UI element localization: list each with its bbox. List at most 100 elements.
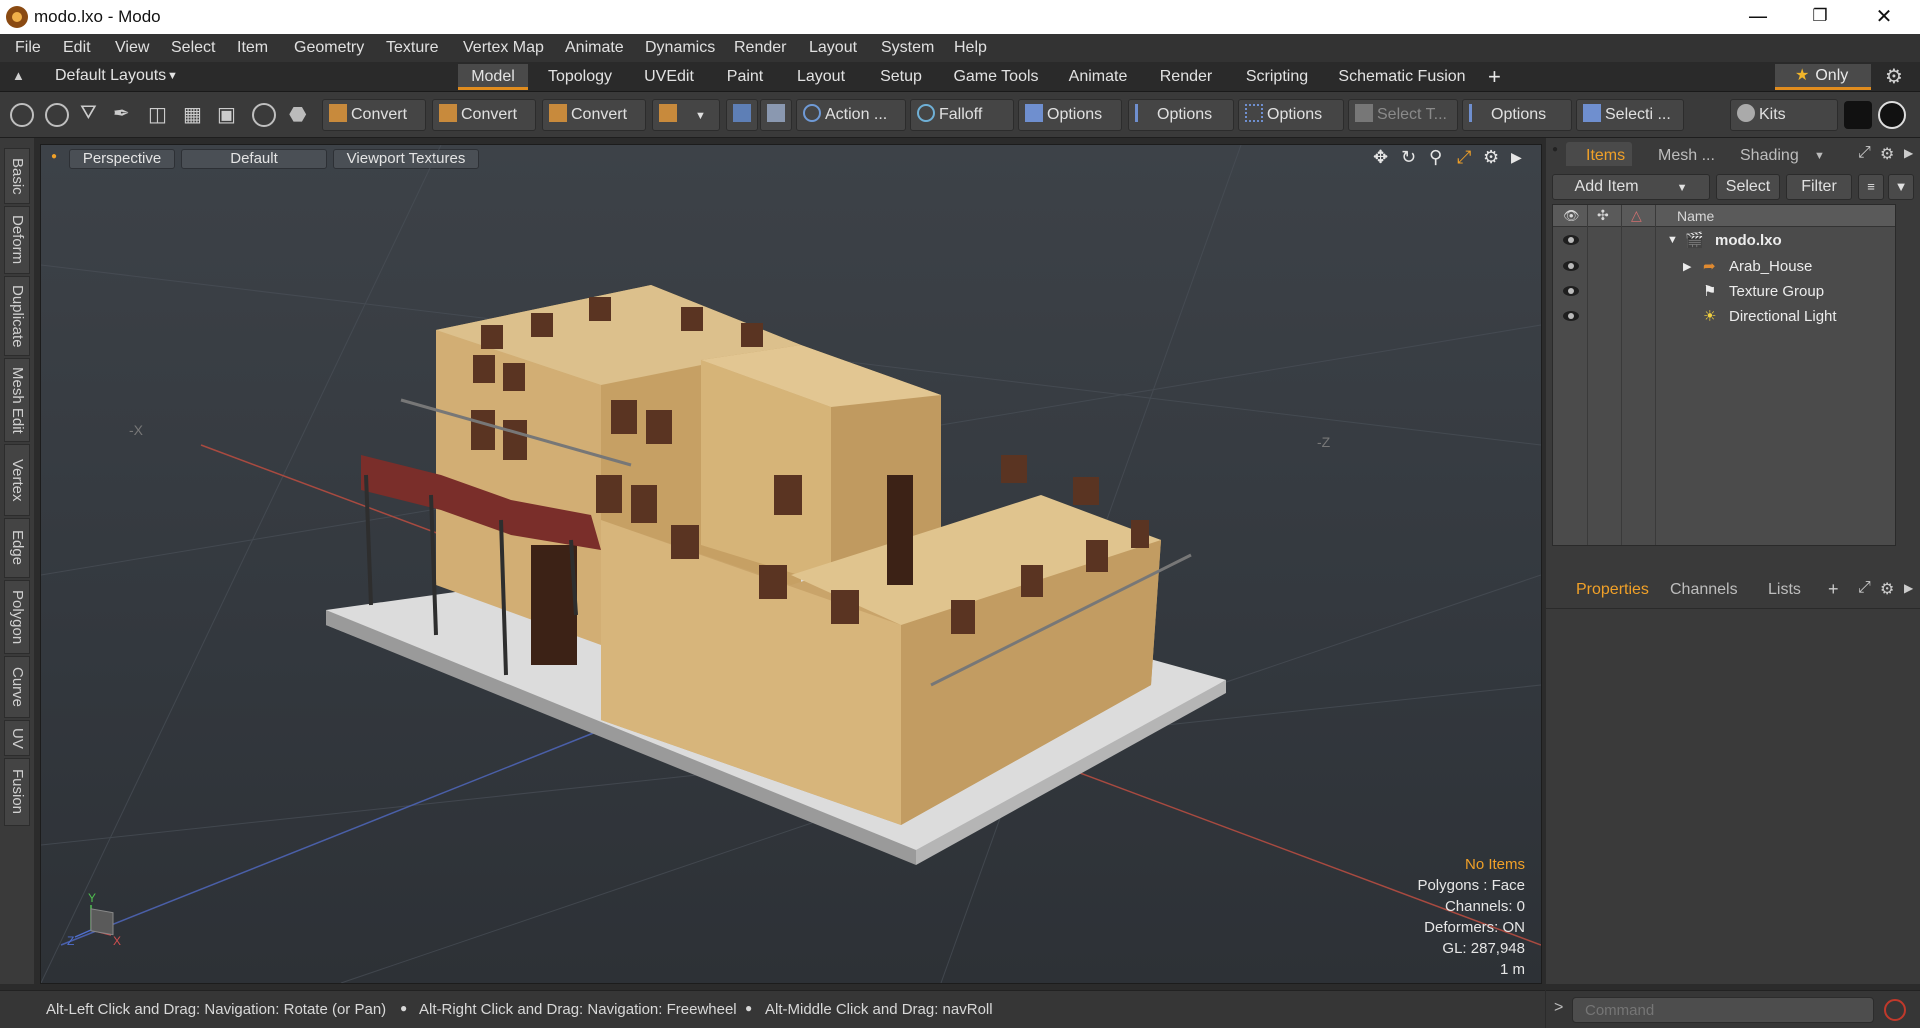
convert-button-1[interactable]: Convert — [322, 99, 426, 131]
options-button-1[interactable]: Options — [1018, 99, 1122, 131]
menu-texture[interactable]: Texture — [386, 39, 438, 57]
panel-gear-icon[interactable]: ⚙ — [1880, 144, 1894, 164]
tab-deform[interactable]: Deform — [4, 206, 30, 274]
tab-shading[interactable]: Shading — [1740, 147, 1799, 165]
tab-animate[interactable]: Animate — [1058, 64, 1138, 90]
convert-button-2[interactable]: Convert — [432, 99, 536, 131]
menu-animate[interactable]: Animate — [565, 39, 624, 57]
brush-icon[interactable]: ✒ — [113, 101, 130, 126]
options-button-2[interactable]: Options — [1128, 99, 1234, 131]
tab-items[interactable]: Items — [1586, 147, 1625, 165]
convert-button-3[interactable]: Convert — [542, 99, 646, 131]
eye-icon[interactable] — [1563, 286, 1579, 296]
add-tab-icon[interactable]: + — [1488, 64, 1501, 90]
item-list-scrollbar[interactable] — [1553, 553, 1895, 563]
tab-uv[interactable]: UV — [4, 720, 30, 756]
tab-vertex[interactable]: Vertex — [4, 444, 30, 516]
tab-mesh[interactable]: Mesh ... — [1658, 147, 1715, 165]
tab-topology[interactable]: Topology — [540, 64, 620, 90]
mesh-dropdown[interactable]: ▼ — [652, 99, 720, 131]
expand-right-icon[interactable]: ▶ — [1683, 260, 1691, 273]
menu-file[interactable]: File — [15, 39, 41, 57]
tree-row-texture-group[interactable]: ⚑ Texture Group — [1553, 280, 1895, 305]
select-vertices-icon[interactable] — [10, 103, 34, 127]
eye-icon[interactable] — [1563, 261, 1579, 271]
panel-arrow-icon[interactable]: ▶ — [1904, 146, 1913, 160]
tab-scripting[interactable]: Scripting — [1236, 64, 1318, 90]
restore-icon[interactable]: ❐ — [1792, 0, 1848, 34]
tree-row-directional-light[interactable]: ☀ Directional Light — [1553, 305, 1895, 330]
kits-button[interactable]: Kits — [1730, 99, 1838, 131]
menu-item[interactable]: Item — [237, 39, 268, 57]
tab-uvedit[interactable]: UVEdit — [635, 64, 703, 90]
options-button-4[interactable]: Options — [1462, 99, 1572, 131]
menu-edit[interactable]: Edit — [63, 39, 91, 57]
tab-fusion[interactable]: Fusion — [4, 758, 30, 826]
tab-duplicate[interactable]: Duplicate — [4, 276, 30, 356]
menu-layout[interactable]: Layout — [809, 39, 857, 57]
menu-dynamics[interactable]: Dynamics — [645, 39, 715, 57]
gear-icon[interactable]: ⚙ — [1885, 64, 1903, 89]
3d-viewport[interactable]: ● Perspective Default Viewport Textures … — [40, 144, 1542, 984]
menu-render[interactable]: Render — [734, 39, 786, 57]
layout-dropdown[interactable]: Default Layouts — [55, 67, 166, 85]
tab-curve[interactable]: Curve — [4, 656, 30, 718]
add-item-button[interactable]: Add Item ▼ — [1552, 174, 1710, 200]
select-button[interactable]: Select — [1716, 174, 1780, 200]
unity-icon[interactable] — [1844, 101, 1872, 129]
close-icon[interactable]: ✕ — [1856, 0, 1912, 34]
add-tab-icon[interactable]: + — [1828, 579, 1839, 600]
selection-button[interactable]: Selecti ... — [1576, 99, 1684, 131]
action-button[interactable]: Action ... — [796, 99, 906, 131]
tab-channels[interactable]: Channels — [1670, 581, 1738, 599]
menu-vertex-map[interactable]: Vertex Map — [463, 39, 544, 57]
tab-model[interactable]: Model — [458, 64, 528, 90]
panel-gear-icon[interactable]: ⚙ — [1880, 579, 1894, 599]
tab-schematic-fusion[interactable]: Schematic Fusion — [1334, 64, 1470, 90]
tab-mesh-edit[interactable]: Mesh Edit — [4, 358, 30, 442]
record-icon[interactable] — [1884, 999, 1906, 1021]
menu-system[interactable]: System — [881, 39, 934, 57]
tree-row-modo-lxo[interactable]: ▼ 🎬 modo.lxo — [1553, 229, 1895, 254]
tree-row-arab-house[interactable]: ▶ ➦ Arab_House — [1553, 255, 1895, 280]
tab-paint[interactable]: Paint — [717, 64, 773, 90]
tab-render[interactable]: Render — [1152, 64, 1220, 90]
eye-icon[interactable] — [1563, 311, 1579, 321]
tab-lists[interactable]: Lists — [1768, 581, 1801, 599]
tab-basic[interactable]: Basic — [4, 148, 30, 204]
collapse-up-icon[interactable]: ▲ — [12, 68, 25, 83]
tab-polygon[interactable]: Polygon — [4, 580, 30, 654]
tab-game-tools[interactable]: Game Tools — [948, 64, 1044, 90]
select-t-button[interactable]: Select T... — [1348, 99, 1458, 131]
tab-properties[interactable]: Properties — [1576, 581, 1649, 599]
minimize-icon[interactable]: — — [1730, 0, 1786, 34]
unreal-icon[interactable] — [1878, 101, 1906, 129]
command-input[interactable] — [1572, 997, 1874, 1023]
menu-select[interactable]: Select — [171, 39, 215, 57]
list-options-button[interactable]: ≡ — [1858, 174, 1884, 200]
grid-icon[interactable]: ▦ — [183, 102, 202, 127]
tab-layout[interactable]: Layout — [788, 64, 854, 90]
options-button-3[interactable]: Options — [1238, 99, 1344, 131]
expand-icon[interactable]: ⤢ — [1858, 144, 1871, 162]
only-button[interactable]: ★ Only — [1775, 64, 1871, 90]
expand-down-icon[interactable]: ▼ — [1667, 234, 1678, 246]
funnel-button[interactable]: ▼ — [1888, 174, 1914, 200]
eye-icon[interactable] — [1563, 235, 1579, 245]
panel-arrow-icon[interactable]: ▶ — [1904, 581, 1913, 595]
expand-icon[interactable]: ⤢ — [1858, 579, 1871, 597]
menu-geometry[interactable]: Geometry — [294, 39, 364, 57]
tab-edge[interactable]: Edge — [4, 518, 30, 578]
falloff-button[interactable]: Falloff — [910, 99, 1014, 131]
menu-help[interactable]: Help — [954, 39, 987, 57]
square-target-icon[interactable]: ▣ — [217, 102, 236, 127]
shield-gray-button[interactable] — [760, 99, 792, 131]
pen-icon[interactable]: ⛛ — [80, 102, 97, 125]
tabs-dropdown-icon[interactable]: ▼ — [1814, 150, 1825, 162]
shield-icon[interactable]: ⬣ — [289, 102, 306, 127]
shapes-icon[interactable]: ◫ — [148, 102, 167, 127]
menu-view[interactable]: View — [115, 39, 149, 57]
tab-setup[interactable]: Setup — [868, 64, 934, 90]
chevron-down-icon[interactable]: ▼ — [167, 70, 178, 82]
shield-blue-button[interactable] — [726, 99, 758, 131]
